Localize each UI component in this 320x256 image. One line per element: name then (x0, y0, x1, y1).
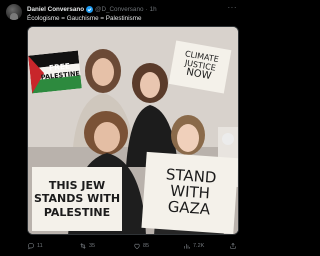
retweet-button[interactable]: 35 (79, 242, 95, 250)
reply-button[interactable]: 11 (27, 242, 43, 250)
retweet-icon (80, 243, 86, 249)
like-count: 85 (143, 243, 150, 249)
retweet-count: 35 (89, 243, 96, 249)
sign-jew-line-1: THIS JEW (48, 178, 106, 192)
like-button[interactable]: 85 (133, 242, 149, 250)
like-icon (134, 243, 140, 250)
reply-icon (27, 242, 35, 250)
tweet-actions: 11 35 85 7.2K (27, 240, 239, 252)
share-icon (230, 242, 236, 249)
tweet[interactable]: Daniel Conversano @D_Conversano · 1h ···… (0, 0, 244, 256)
tweet-header: Daniel Conversano @D_Conversano · 1h (27, 4, 157, 14)
sign-jew-line-3: PALESTINE (43, 205, 111, 219)
share-button[interactable] (229, 242, 237, 250)
views-button[interactable]: 7.2K (183, 242, 204, 250)
verified-badge-icon (86, 5, 94, 13)
more-icon[interactable]: ··· (228, 3, 238, 12)
timestamp[interactable]: 1h (150, 6, 157, 13)
separator: · (145, 5, 148, 13)
avatar[interactable] (6, 4, 22, 20)
sign-this-jew: THIS JEW STANDS WITH PALESTINE (32, 167, 122, 231)
tweet-photo[interactable]: FREE PALESTINE CLIMATE JUSTICE NOW THIS … (27, 26, 239, 235)
sign-stand-with-gaza: STAND WITH GAZA (141, 151, 238, 234)
reply-count: 11 (37, 243, 43, 249)
views-count: 7.2K (193, 243, 205, 249)
sign-free-palestine: FREE PALESTINE (28, 50, 82, 94)
sign-gaza-line-3: GAZA (167, 197, 211, 219)
sign-climate-line-3: NOW (185, 66, 213, 83)
sign-jew-line-2: STANDS WITH (33, 192, 121, 206)
author-handle[interactable]: @D_Conversano (95, 6, 143, 13)
author-name[interactable]: Daniel Conversano (27, 6, 84, 13)
tweet-text: Écologisme = Gauchisme = Palestinisme (27, 15, 142, 22)
views-icon (184, 244, 190, 249)
sign-climate-justice: CLIMATE JUSTICE NOW (168, 40, 232, 94)
